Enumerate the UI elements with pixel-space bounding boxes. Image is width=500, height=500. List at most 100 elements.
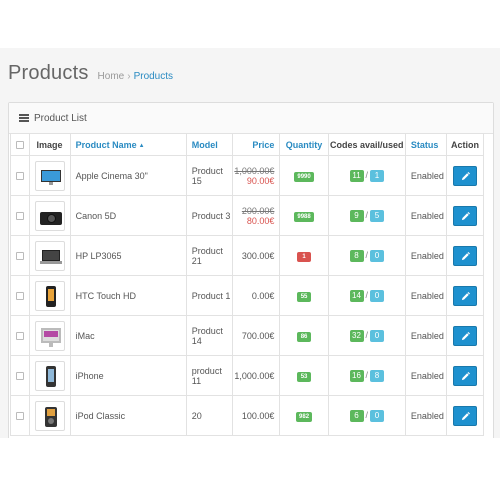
column-header-model[interactable]: Model: [185, 133, 234, 156]
product-price-cell: 100.00€: [232, 395, 281, 436]
pencil-icon: [461, 211, 470, 220]
action-cell: [445, 235, 485, 276]
select-all-checkbox[interactable]: [15, 141, 24, 150]
row-checkbox[interactable]: [15, 412, 24, 421]
quantity-cell: 982: [279, 395, 329, 436]
codes-available-badge: 9: [349, 209, 364, 222]
codes-used-badge: 1: [370, 169, 385, 182]
codes-available-badge: 11: [349, 169, 364, 182]
codes-cell: 32/0: [327, 315, 406, 356]
codes-cell: 11/1: [327, 155, 406, 196]
pencil-icon: [461, 411, 470, 420]
quantity-badge: 1: [297, 251, 312, 262]
codes-used-badge: 0: [370, 249, 385, 262]
product-status: Enabled: [404, 235, 447, 276]
edit-button[interactable]: [452, 205, 477, 226]
product-model: 20: [185, 395, 234, 436]
codes-available-badge: 6: [349, 409, 364, 422]
table-row: iMac Product 14 700.00€ 86 32/0 Enabled: [10, 315, 485, 356]
row-checkbox[interactable]: [15, 292, 24, 301]
list-icon: [19, 114, 29, 122]
row-checkbox-cell: [10, 155, 30, 196]
column-header-name[interactable]: Product Name ▲: [69, 133, 187, 156]
edit-button[interactable]: [452, 405, 477, 426]
edit-button[interactable]: [452, 245, 477, 266]
row-checkbox[interactable]: [15, 332, 24, 341]
product-table: Image Product Name ▲ Model Price Quantity…: [10, 133, 485, 436]
column-header-price[interactable]: Price: [232, 133, 281, 156]
codes-separator: /: [365, 169, 369, 180]
codes-available-badge: 16: [349, 369, 364, 382]
product-price: 0.00€: [251, 290, 275, 301]
row-checkbox[interactable]: [15, 372, 24, 381]
codes-used-badge: 0: [370, 289, 385, 302]
row-checkbox[interactable]: [15, 172, 24, 181]
column-header-name-label: Product Name: [75, 139, 137, 150]
product-price: 100.00€: [241, 410, 275, 421]
product-price-cell: 0.00€: [232, 275, 281, 316]
codes-available-badge: 14: [349, 289, 364, 302]
phone-thumbnail: [34, 280, 65, 311]
ipod-thumbnail: [34, 400, 65, 431]
table-row: iPod Classic 20 100.00€ 982 6/0 Enabled: [10, 395, 485, 436]
product-status: Enabled: [404, 355, 447, 396]
edit-button[interactable]: [452, 165, 477, 186]
product-image-cell: [28, 395, 71, 436]
codes-separator: /: [365, 289, 369, 300]
breadcrumb-current[interactable]: Products: [134, 71, 173, 82]
product-image-cell: [28, 315, 71, 356]
codes-available-badge: 8: [349, 249, 364, 262]
pencil-icon: [461, 171, 470, 180]
edit-button[interactable]: [452, 325, 477, 346]
quantity-cell: 9990: [279, 155, 329, 196]
laptop-thumbnail: [34, 240, 65, 271]
original-price: 200.00€: [241, 205, 275, 216]
quantity-badge: 55: [297, 291, 312, 302]
codes-used-badge: 5: [370, 209, 385, 222]
row-checkbox[interactable]: [15, 212, 24, 221]
sort-ascending-icon: ▲: [138, 142, 145, 149]
codes-cell: 16/8: [327, 355, 406, 396]
row-checkbox[interactable]: [15, 252, 24, 261]
product-image-cell: [28, 195, 71, 236]
pencil-icon: [461, 291, 470, 300]
breadcrumb-home[interactable]: Home: [98, 71, 125, 82]
pencil-icon: [461, 251, 470, 260]
panel-heading: Product List: [9, 103, 493, 134]
product-image-cell: [28, 235, 71, 276]
table-row: iPhone product 11 1,000.00€ 53 16/8 Enabled: [10, 355, 485, 396]
edit-button[interactable]: [452, 365, 477, 386]
action-cell: [445, 315, 485, 356]
column-header-action: Action: [445, 133, 485, 156]
product-image-cell: [28, 275, 71, 316]
special-price: 80.00€: [246, 215, 275, 226]
edit-button[interactable]: [452, 285, 477, 306]
pencil-icon: [461, 331, 470, 340]
breadcrumb-separator: ›: [127, 71, 131, 82]
codes-cell: 8/0: [327, 235, 406, 276]
codes-cell: 9/5: [327, 195, 406, 236]
product-name: Canon 5D: [69, 195, 187, 236]
column-header-status[interactable]: Status: [404, 133, 447, 156]
row-checkbox-cell: [10, 355, 30, 396]
codes-separator: /: [365, 409, 369, 420]
column-header-quantity[interactable]: Quantity: [279, 133, 329, 156]
table-row: HTC Touch HD Product 1 0.00€ 55 14/0 Enabled: [10, 275, 485, 316]
action-cell: [445, 275, 485, 316]
action-cell: [445, 195, 485, 236]
quantity-cell: 1: [279, 235, 329, 276]
action-cell: [445, 355, 485, 396]
row-checkbox-cell: [10, 395, 30, 436]
codes-separator: /: [365, 369, 369, 380]
product-name: HP LP3065: [69, 235, 187, 276]
table-row: HP LP3065 Product 21 300.00€ 1 8/0 Enabled: [10, 235, 485, 276]
imac-thumbnail: [34, 320, 65, 351]
product-price: 300.00€: [241, 250, 275, 261]
product-model: Product 1: [185, 275, 234, 316]
product-name: iPod Classic: [69, 395, 187, 436]
quantity-badge: 53: [297, 371, 312, 382]
iphone-thumbnail: [34, 360, 65, 391]
codes-used-badge: 0: [370, 409, 385, 422]
row-checkbox-cell: [10, 195, 30, 236]
codes-separator: /: [365, 209, 369, 220]
